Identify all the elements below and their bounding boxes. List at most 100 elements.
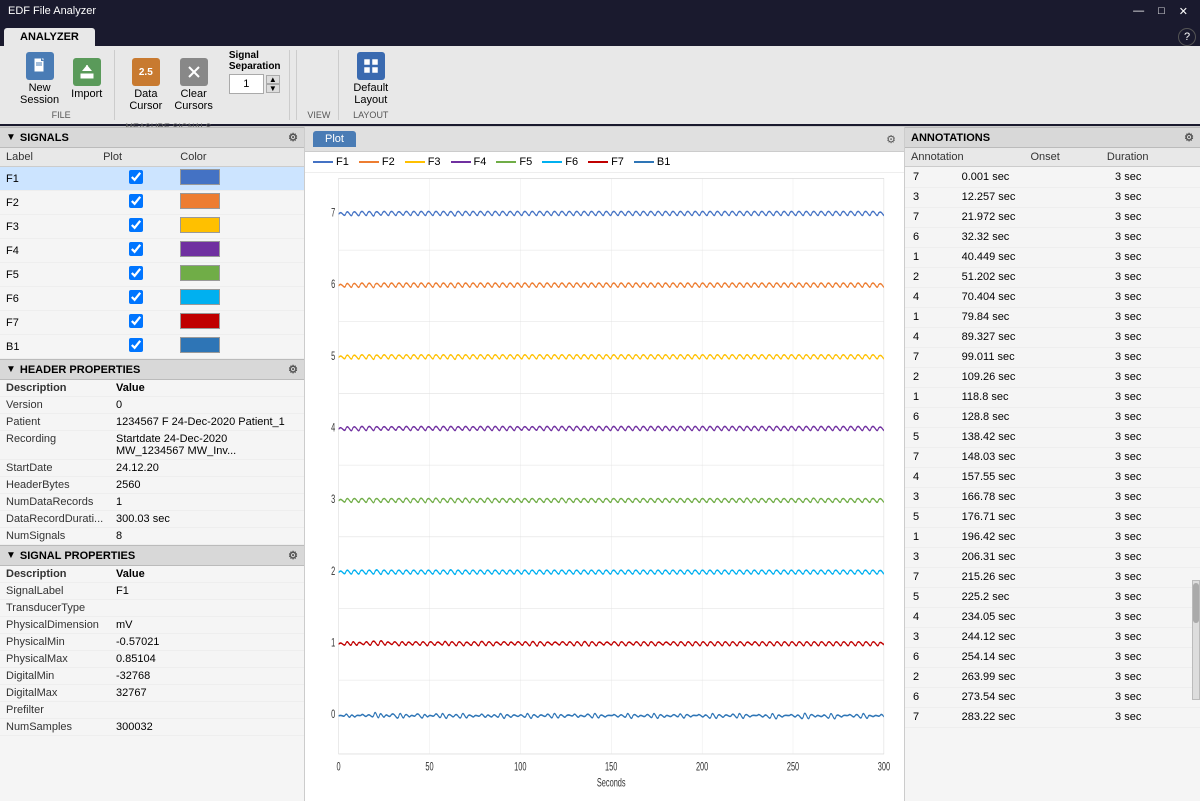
help-button[interactable]: ? bbox=[1178, 28, 1196, 46]
signal-color-box bbox=[180, 169, 220, 185]
legend-line bbox=[405, 161, 425, 163]
signal-sep-spinner: ▲ ▼ bbox=[266, 75, 280, 93]
signal-props-label: SIGNAL PROPERTIES bbox=[20, 550, 135, 562]
annotation-value: 7 bbox=[905, 347, 954, 367]
signal-prop-row: SignalLabelF1 bbox=[0, 583, 304, 600]
header-prop-desc: DataRecordDurati... bbox=[0, 511, 110, 528]
signal-plot-checkbox[interactable] bbox=[129, 242, 143, 256]
annotation-onset: 206.31 sec bbox=[954, 547, 1107, 567]
data-cursor-button[interactable]: 2.5 Data Cursor bbox=[125, 56, 166, 114]
annotation-duration: 3 sec bbox=[1107, 507, 1200, 527]
new-session-label2: Session bbox=[20, 94, 59, 106]
annotation-duration: 3 sec bbox=[1107, 387, 1200, 407]
annotation-onset: 12.257 sec bbox=[954, 187, 1107, 207]
annotation-duration: 3 sec bbox=[1107, 567, 1200, 587]
signal-plot-checkbox[interactable] bbox=[129, 194, 143, 208]
annotation-row: 1 196.42 sec 3 sec bbox=[905, 527, 1200, 547]
signal-plot-checkbox[interactable] bbox=[129, 170, 143, 184]
annotations-data-table: 7 0.001 sec 3 sec 3 12.257 sec 3 sec 7 2… bbox=[905, 167, 1200, 728]
annotations-gear-icon[interactable]: ⚙ bbox=[1184, 131, 1194, 144]
default-layout-button[interactable]: Default Layout bbox=[349, 50, 392, 108]
signal-plot-cell[interactable] bbox=[97, 311, 174, 335]
annotation-onset: 283.22 sec bbox=[954, 707, 1107, 727]
plot-gear-icon[interactable]: ⚙ bbox=[886, 133, 896, 146]
signal-row[interactable]: F6 bbox=[0, 287, 304, 311]
annotations-scroll[interactable]: 7 0.001 sec 3 sec 3 12.257 sec 3 sec 7 2… bbox=[905, 167, 1200, 801]
new-session-button[interactable]: New Session bbox=[16, 50, 63, 108]
annotation-value: 3 bbox=[905, 627, 954, 647]
new-session-label: New bbox=[29, 82, 51, 94]
annotation-value: 3 bbox=[905, 487, 954, 507]
annotation-row: 5 176.71 sec 3 sec bbox=[905, 507, 1200, 527]
signal-plot-checkbox[interactable] bbox=[129, 290, 143, 304]
annotation-onset: 89.327 sec bbox=[954, 327, 1107, 347]
header-prop-value: 24.12.20 bbox=[110, 460, 304, 477]
signal-prop-row: NumSamples300032 bbox=[0, 719, 304, 736]
signal-plot-cell[interactable] bbox=[97, 215, 174, 239]
signal-label-cell: F1 bbox=[0, 167, 97, 191]
signal-row[interactable]: F1 bbox=[0, 167, 304, 191]
signal-plot-cell[interactable] bbox=[97, 191, 174, 215]
signal-row[interactable]: F3 bbox=[0, 215, 304, 239]
signal-row[interactable]: B1 bbox=[0, 335, 304, 359]
signals-gear-icon[interactable]: ⚙ bbox=[288, 131, 298, 144]
annotation-onset: 138.42 sec bbox=[954, 427, 1107, 447]
annotation-duration: 3 sec bbox=[1107, 527, 1200, 547]
signal-props-gear-icon[interactable]: ⚙ bbox=[288, 549, 298, 562]
signal-plot-cell[interactable] bbox=[97, 335, 174, 359]
clear-cursors-button[interactable]: Clear Cursors bbox=[170, 56, 217, 114]
signal-plot-cell[interactable] bbox=[97, 287, 174, 311]
annotation-row: 6 128.8 sec 3 sec bbox=[905, 407, 1200, 427]
signal-plot-checkbox[interactable] bbox=[129, 218, 143, 232]
signal-row[interactable]: F5 bbox=[0, 263, 304, 287]
annotation-value: 7 bbox=[905, 567, 954, 587]
legend-item: F4 bbox=[451, 156, 487, 168]
signal-row[interactable]: F7 bbox=[0, 311, 304, 335]
signal-plot-checkbox[interactable] bbox=[129, 338, 143, 352]
signals-table-header: Label Plot Color bbox=[0, 148, 304, 167]
signal-row[interactable]: F4 bbox=[0, 239, 304, 263]
signal-sep-field[interactable] bbox=[229, 74, 264, 94]
signal-color-box bbox=[180, 313, 220, 329]
signal-plot-cell[interactable] bbox=[97, 167, 174, 191]
ribbon-group-view: VIEW bbox=[299, 50, 339, 120]
signal-color-cell bbox=[174, 335, 304, 359]
annotation-value: 1 bbox=[905, 247, 954, 267]
maximize-button[interactable]: □ bbox=[1154, 5, 1169, 18]
annotation-onset: 40.449 sec bbox=[954, 247, 1107, 267]
signal-plot-checkbox[interactable] bbox=[129, 266, 143, 280]
plot-tab[interactable]: Plot bbox=[313, 131, 356, 147]
signal-row[interactable]: F2 bbox=[0, 191, 304, 215]
signals-table: Label Plot Color F1 F2 F3 F4 F5 F6 bbox=[0, 148, 304, 359]
signal-prop-value: mV bbox=[110, 617, 304, 634]
signals-collapse-icon[interactable]: ▼ bbox=[6, 132, 16, 143]
signal-plot-cell[interactable] bbox=[97, 263, 174, 287]
tab-analyzer[interactable]: ANALYZER bbox=[4, 28, 95, 46]
spin-down[interactable]: ▼ bbox=[266, 84, 280, 93]
signal-label-cell: F6 bbox=[0, 287, 97, 311]
signal-props-collapse-icon[interactable]: ▼ bbox=[6, 550, 16, 561]
import-button[interactable]: Import bbox=[67, 56, 106, 102]
legend-item: F6 bbox=[542, 156, 578, 168]
signal-color-box bbox=[180, 193, 220, 209]
annotation-value: 1 bbox=[905, 307, 954, 327]
annotation-onset: 99.011 sec bbox=[954, 347, 1107, 367]
header-prop-row: NumSignals8 bbox=[0, 528, 304, 545]
header-prop-value: Value bbox=[110, 380, 304, 397]
annotation-row: 6 273.54 sec 3 sec bbox=[905, 687, 1200, 707]
signal-plot-checkbox[interactable] bbox=[129, 314, 143, 328]
header-props-gear-icon[interactable]: ⚙ bbox=[288, 363, 298, 376]
annotation-value: 4 bbox=[905, 287, 954, 307]
annotation-duration: 3 sec bbox=[1107, 487, 1200, 507]
close-button[interactable]: ✕ bbox=[1175, 5, 1192, 18]
annotation-onset: 166.78 sec bbox=[954, 487, 1107, 507]
spin-up[interactable]: ▲ bbox=[266, 75, 280, 84]
minimize-button[interactable]: — bbox=[1129, 5, 1148, 18]
plot-area: Plot ⚙ F1 F2 F3 F4 F5 F6 F7 B1 bbox=[305, 127, 905, 801]
annotations-col-onset: Onset bbox=[1024, 148, 1100, 167]
signal-plot-cell[interactable] bbox=[97, 239, 174, 263]
signal-prop-row: DescriptionValue bbox=[0, 566, 304, 583]
header-prop-desc: Description bbox=[0, 380, 110, 397]
header-props-collapse-icon[interactable]: ▼ bbox=[6, 364, 16, 375]
annotation-row: 3 244.12 sec 3 sec bbox=[905, 627, 1200, 647]
